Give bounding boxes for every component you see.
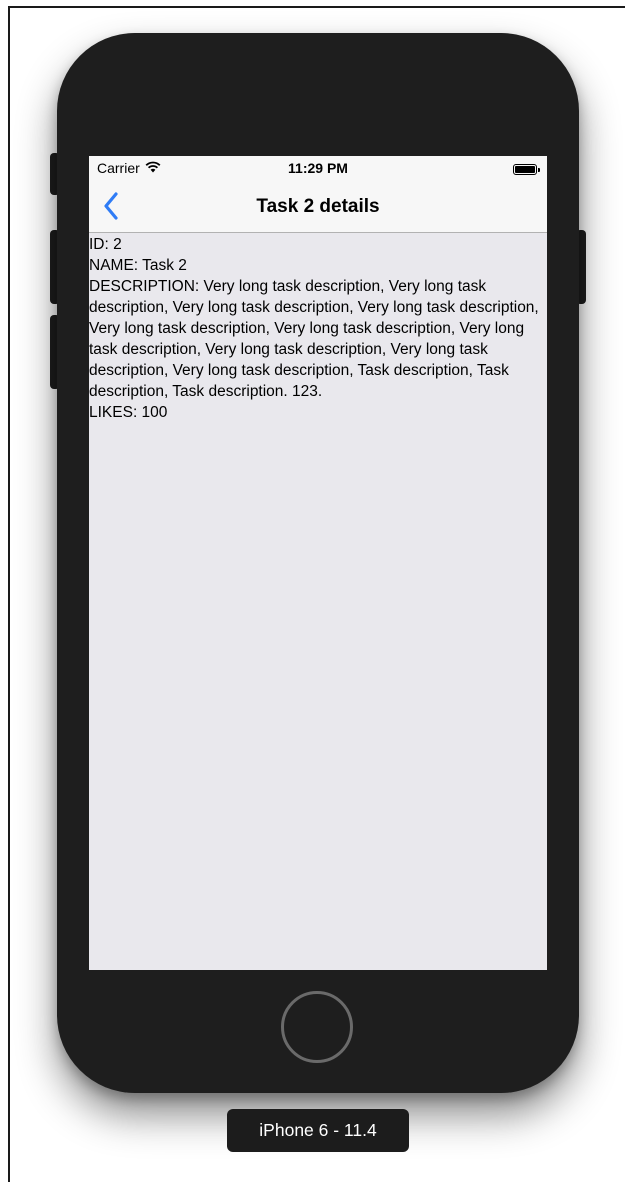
battery-icon <box>513 164 540 175</box>
home-button[interactable] <box>281 991 353 1063</box>
device-screen: Carrier 11:29 PM Task 2 details ID: 2 NA… <box>89 156 547 970</box>
task-details: ID: 2 NAME: Task 2 DESCRIPTION: Very lon… <box>89 234 541 423</box>
task-id: ID: 2 <box>89 236 122 253</box>
navigation-bar: Task 2 details <box>89 182 547 233</box>
task-description: DESCRIPTION: Very long task description,… <box>89 278 539 400</box>
task-name: NAME: Task 2 <box>89 257 187 274</box>
status-bar: Carrier 11:29 PM <box>89 156 547 182</box>
page-title: Task 2 details <box>256 196 380 217</box>
device-label: iPhone 6 - 11.4 <box>227 1109 409 1152</box>
task-likes: LIKES: 100 <box>89 404 168 421</box>
status-time: 11:29 PM <box>288 160 348 176</box>
